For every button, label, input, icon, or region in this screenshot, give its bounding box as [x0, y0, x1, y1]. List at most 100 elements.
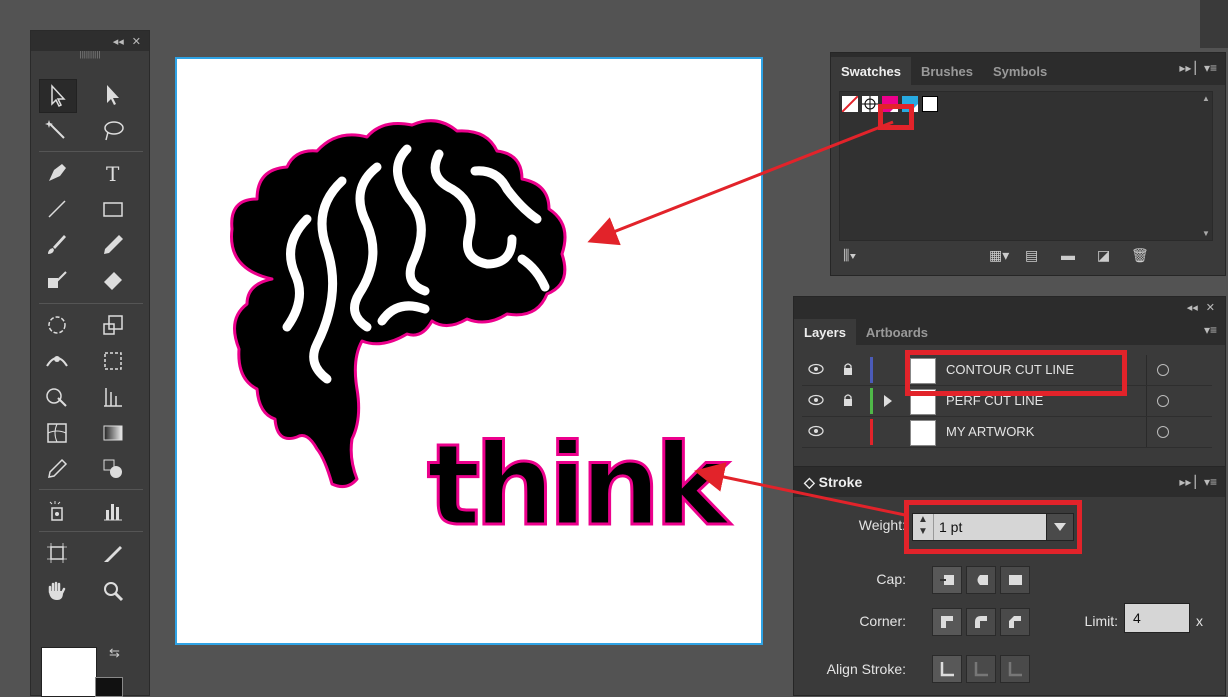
layer-divider: [1146, 417, 1147, 447]
close-panel-button[interactable]: ✕: [1206, 301, 1215, 314]
rectangle-tool-icon[interactable]: [95, 193, 131, 225]
cap-label: Cap:: [876, 571, 906, 587]
butt-cap-button[interactable]: [932, 566, 962, 594]
panel-menu-icon[interactable]: ▾≡: [1204, 323, 1217, 337]
swatches-tab-bar: Swatches Brushes Symbols ▸▸ ▏▾≡: [831, 53, 1225, 85]
gradient-tool-icon[interactable]: [95, 417, 131, 449]
align-inside-button[interactable]: [966, 655, 996, 683]
magenta-swatch-highlight: [878, 104, 914, 130]
layer-divider: [1146, 386, 1147, 416]
tools-panel: ◂◂ ✕ |||||||||| T ⇆: [30, 30, 150, 697]
svg-text:T: T: [106, 162, 120, 186]
canvas-scrollbar[interactable]: [1200, 0, 1228, 48]
tool-separator: [39, 303, 143, 304]
corner-label: Corner:: [859, 613, 906, 629]
scale-tool-icon[interactable]: [95, 309, 131, 341]
align-center-button[interactable]: [932, 655, 962, 683]
limit-value[interactable]: 4: [1133, 610, 1141, 626]
zoom-tool-icon[interactable]: [95, 575, 131, 607]
perspective-grid-tool-icon[interactable]: [95, 381, 131, 413]
close-panel-button[interactable]: ✕: [132, 35, 141, 48]
line-segment-tool-icon[interactable]: [39, 193, 75, 225]
swatch-options-icon[interactable]: ▤: [1025, 247, 1038, 264]
layer-name[interactable]: MY ARTWORK: [946, 424, 1034, 439]
panel-grip[interactable]: ||||||||||: [31, 51, 149, 61]
pen-tool-icon[interactable]: [39, 157, 75, 189]
eyedropper-tool-icon[interactable]: [39, 453, 75, 485]
slice-tool-icon[interactable]: [95, 537, 131, 569]
artboard-tool-icon[interactable]: [39, 537, 75, 569]
new-color-group-icon[interactable]: ▬: [1061, 247, 1075, 263]
swap-fill-stroke-icon[interactable]: ⇆: [109, 645, 120, 661]
selection-tool-icon[interactable]: [39, 79, 77, 113]
tools-panel-header: ◂◂ ✕: [31, 31, 149, 51]
shaper-tool-icon[interactable]: [39, 265, 75, 297]
lock-icon[interactable]: [842, 393, 854, 410]
limit-field[interactable]: 4: [1124, 603, 1190, 633]
think-wordmark: think: [427, 421, 731, 551]
magic-wand-tool-icon[interactable]: [39, 115, 75, 147]
miter-join-button[interactable]: [932, 608, 962, 636]
stroke-panel-title[interactable]: ◇ Stroke: [804, 474, 862, 491]
swatches-panel: Swatches Brushes Symbols ▸▸ ▏▾≡ ▲ ▼ ⫼▾ ▦…: [830, 52, 1226, 276]
tab-layers[interactable]: Layers: [794, 319, 856, 345]
layer-row[interactable]: MY ARTWORK: [802, 417, 1212, 448]
tab-swatches[interactable]: Swatches: [831, 57, 911, 85]
artboard[interactable]: think: [175, 57, 763, 645]
contour-layer-highlight: [905, 350, 1127, 396]
align-stroke-label: Align Stroke:: [826, 661, 906, 677]
layer-target-icon[interactable]: [1157, 395, 1169, 407]
swatch-registration[interactable]: [862, 96, 878, 112]
paintbrush-tool-icon[interactable]: [39, 229, 75, 261]
lock-icon[interactable]: [842, 362, 854, 379]
weight-label: Weight:: [858, 517, 906, 533]
rotate-tool-icon[interactable]: [39, 309, 75, 341]
blend-tool-icon[interactable]: [95, 453, 131, 485]
collapse-panel-button[interactable]: ◂◂: [1187, 301, 1198, 314]
projecting-cap-button[interactable]: [1000, 566, 1030, 594]
swatch-white[interactable]: [922, 96, 938, 112]
expand-layer-icon[interactable]: [884, 395, 892, 407]
layer-thumbnail: [910, 420, 936, 446]
brain-think-artwork[interactable]: think: [177, 59, 761, 643]
mesh-tool-icon[interactable]: [39, 417, 75, 449]
swatch-none[interactable]: [841, 95, 859, 113]
panel-menu-icon[interactable]: ▸▸ ▏▾≡: [1179, 61, 1217, 75]
layer-color-bar: [870, 357, 873, 383]
stroke-color-swatch[interactable]: [95, 677, 123, 697]
free-transform-tool-icon[interactable]: [95, 345, 131, 377]
delete-swatch-icon[interactable]: 🗑: [1131, 247, 1149, 264]
layer-target-icon[interactable]: [1157, 364, 1169, 376]
direct-selection-tool-icon[interactable]: [95, 79, 131, 111]
limit-suffix: x: [1196, 613, 1203, 629]
show-swatch-kinds-icon[interactable]: ▦▾: [989, 247, 1009, 264]
tab-symbols[interactable]: Symbols: [983, 57, 1057, 85]
round-join-button[interactable]: [966, 608, 996, 636]
round-cap-button[interactable]: [966, 566, 996, 594]
bevel-join-button[interactable]: [1000, 608, 1030, 636]
shape-builder-tool-icon[interactable]: [39, 381, 75, 413]
visibility-eye-icon[interactable]: [808, 425, 824, 440]
tool-separator: [39, 531, 143, 532]
visibility-eye-icon[interactable]: [808, 394, 824, 409]
pencil-tool-icon[interactable]: [95, 229, 131, 261]
swatch-libraries-icon[interactable]: ⫼▾: [843, 247, 856, 264]
hand-tool-icon[interactable]: [39, 575, 75, 607]
fill-color-swatch[interactable]: [41, 647, 97, 697]
column-graph-tool-icon[interactable]: [95, 495, 131, 527]
eraser-tool-icon[interactable]: [95, 265, 131, 297]
swatch-scrollbar[interactable]: ▲ ▼: [1202, 94, 1210, 238]
symbol-sprayer-tool-icon[interactable]: [39, 495, 75, 527]
tab-brushes[interactable]: Brushes: [911, 57, 983, 85]
width-tool-icon[interactable]: [39, 345, 75, 377]
lasso-tool-icon[interactable]: [95, 115, 131, 147]
type-tool-icon[interactable]: T: [95, 157, 131, 189]
tool-separator: [39, 489, 143, 490]
visibility-eye-icon[interactable]: [808, 363, 824, 378]
layer-target-icon[interactable]: [1157, 426, 1169, 438]
panel-menu-icon[interactable]: ▸▸ ▏▾≡: [1179, 475, 1217, 489]
align-outside-button[interactable]: [1000, 655, 1030, 683]
new-swatch-icon[interactable]: ◪: [1097, 247, 1110, 264]
collapse-panel-button[interactable]: ◂◂: [113, 35, 124, 48]
tab-artboards[interactable]: Artboards: [856, 319, 938, 345]
